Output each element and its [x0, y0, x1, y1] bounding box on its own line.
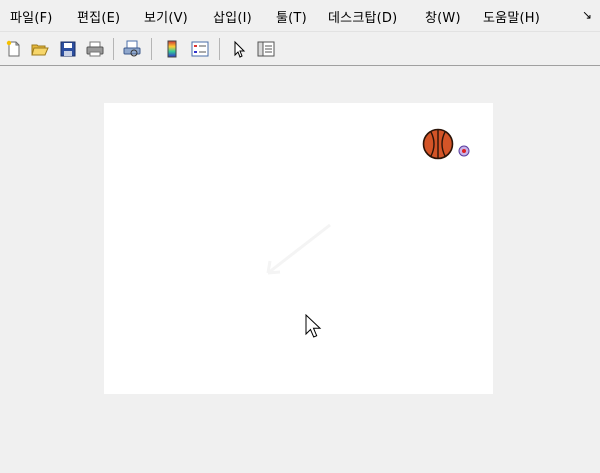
- colorbar-icon[interactable]: [161, 38, 183, 60]
- menu-overflow-icon[interactable]: ↘: [582, 8, 592, 22]
- menu-desktop[interactable]: 데스크탑(D): [328, 7, 397, 26]
- toolbar: [0, 31, 600, 66]
- toolbar-separator: [219, 38, 220, 60]
- legend-icon[interactable]: [189, 38, 211, 60]
- property-inspector-icon[interactable]: [255, 38, 277, 60]
- new-file-icon[interactable]: [3, 38, 25, 60]
- basketball-icon[interactable]: [422, 128, 454, 160]
- target-marker-icon: [458, 145, 470, 157]
- figure-canvas[interactable]: [104, 103, 493, 394]
- faint-arrow-icon: [266, 223, 331, 275]
- menu-view[interactable]: 보기(V): [144, 7, 188, 26]
- menu-window[interactable]: 창(W): [425, 7, 461, 26]
- mouse-cursor-icon: [305, 314, 322, 338]
- toolbar-separator: [113, 38, 114, 60]
- select-pointer-icon[interactable]: [228, 38, 250, 60]
- toolbar-separator: [151, 38, 152, 60]
- menu-edit[interactable]: 편집(E): [77, 7, 120, 26]
- menu-file[interactable]: 파일(F): [10, 7, 53, 26]
- save-icon[interactable]: [57, 38, 79, 60]
- print-icon[interactable]: [84, 38, 106, 60]
- menu-help[interactable]: 도움말(H): [483, 7, 540, 26]
- print-preview-icon[interactable]: [121, 38, 143, 60]
- menu-bar: 파일(F) 편집(E) 보기(V) 삽입(I) 툴(T) 데스크탑(D) 창(W…: [0, 0, 600, 31]
- menu-insert[interactable]: 삽입(I): [213, 7, 252, 26]
- menu-tools[interactable]: 툴(T): [276, 7, 307, 26]
- open-folder-icon[interactable]: [29, 38, 51, 60]
